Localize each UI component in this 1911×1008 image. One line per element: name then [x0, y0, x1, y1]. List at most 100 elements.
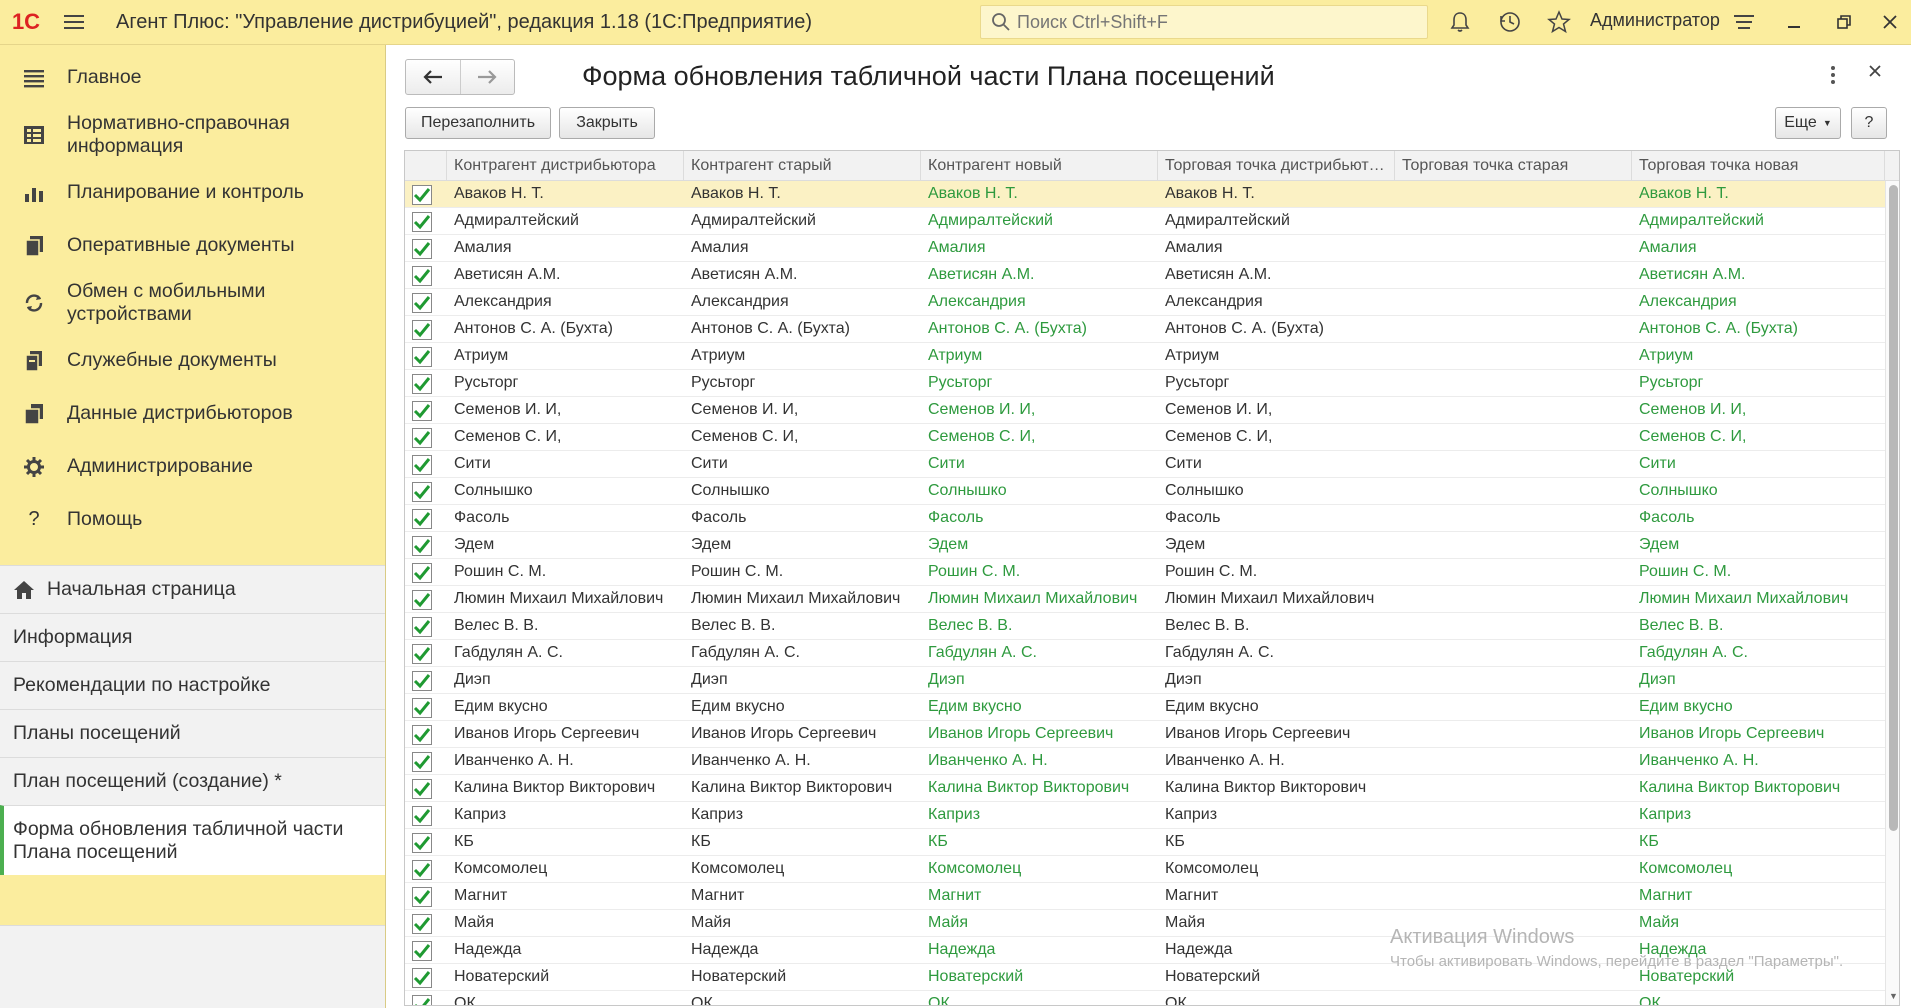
- new-outlet-cell[interactable]: КБ: [1632, 829, 1885, 856]
- row-checkbox[interactable]: [412, 211, 432, 232]
- row-checkbox[interactable]: [412, 427, 432, 448]
- new-outlet-cell[interactable]: Эдем: [1632, 532, 1885, 559]
- old-outlet-cell[interactable]: [1395, 991, 1632, 1005]
- close-form-icon[interactable]: [1867, 63, 1883, 84]
- old-outlet-cell[interactable]: [1395, 667, 1632, 694]
- new-outlet-cell[interactable]: Диэп: [1632, 667, 1885, 694]
- open-window-update-form[interactable]: Форма обновления табличной части Плана п…: [0, 805, 385, 875]
- old-counterparty-cell[interactable]: Калина Виктор Викторович: [684, 775, 921, 802]
- new-counterparty-cell[interactable]: Русьторг: [921, 370, 1158, 397]
- table-row[interactable]: Эдем Эдем Эдем Эдем Эдем: [405, 532, 1885, 559]
- old-outlet-cell[interactable]: [1395, 640, 1632, 667]
- row-checkbox[interactable]: [412, 643, 432, 664]
- distributor-counterparty-cell[interactable]: Семенов И. И,: [447, 397, 684, 424]
- new-outlet-cell[interactable]: Сити: [1632, 451, 1885, 478]
- distributor-counterparty-cell[interactable]: КБ: [447, 829, 684, 856]
- row-checkbox[interactable]: [412, 265, 432, 286]
- old-counterparty-cell[interactable]: Русьторг: [684, 370, 921, 397]
- open-window-recommendations[interactable]: Рекомендации по настройке: [0, 661, 385, 709]
- old-counterparty-cell[interactable]: Надежда: [684, 937, 921, 964]
- row-checkbox[interactable]: [412, 481, 432, 502]
- new-counterparty-cell[interactable]: Велес В. В.: [921, 613, 1158, 640]
- distributor-outlet-cell[interactable]: Солнышко: [1158, 478, 1395, 505]
- new-counterparty-cell[interactable]: Диэп: [921, 667, 1158, 694]
- old-outlet-cell[interactable]: [1395, 478, 1632, 505]
- distributor-outlet-cell[interactable]: Семенов И. И,: [1158, 397, 1395, 424]
- old-outlet-cell[interactable]: [1395, 775, 1632, 802]
- distributor-counterparty-cell[interactable]: Русьторг: [447, 370, 684, 397]
- scroll-down-arrow-icon[interactable]: ▼: [1889, 991, 1898, 1001]
- restore-icon[interactable]: [1830, 8, 1858, 36]
- scrollbar-thumb[interactable]: [1889, 185, 1898, 831]
- distributor-outlet-cell[interactable]: Аваков Н. Т.: [1158, 181, 1395, 208]
- new-outlet-cell[interactable]: Солнышко: [1632, 478, 1885, 505]
- old-counterparty-cell[interactable]: Велес В. В.: [684, 613, 921, 640]
- new-outlet-cell[interactable]: Александрия: [1632, 289, 1885, 316]
- table-row[interactable]: Сити Сити Сити Сити Сити: [405, 451, 1885, 478]
- old-outlet-cell[interactable]: [1395, 559, 1632, 586]
- table-row[interactable]: Семенов И. И, Семенов И. И, Семенов И. И, С…: [405, 397, 1885, 424]
- old-outlet-cell[interactable]: [1395, 586, 1632, 613]
- distributor-counterparty-cell[interactable]: Магнит: [447, 883, 684, 910]
- distributor-counterparty-cell[interactable]: Эдем: [447, 532, 684, 559]
- table-row[interactable]: Русьторг Русьторг Русьторг Русьторг Русьторг: [405, 370, 1885, 397]
- new-counterparty-cell[interactable]: Надежда: [921, 937, 1158, 964]
- distributor-counterparty-cell[interactable]: Амалия: [447, 235, 684, 262]
- row-checkbox[interactable]: [412, 373, 432, 394]
- row-checkbox[interactable]: [412, 319, 432, 340]
- new-outlet-cell[interactable]: Амалия: [1632, 235, 1885, 262]
- distributor-outlet-cell[interactable]: Фасоль: [1158, 505, 1395, 532]
- old-counterparty-cell[interactable]: Эдем: [684, 532, 921, 559]
- old-counterparty-cell[interactable]: Иванов Игорь Сергеевич: [684, 721, 921, 748]
- distributor-outlet-cell[interactable]: КБ: [1158, 829, 1395, 856]
- section-administration[interactable]: Администрирование: [0, 440, 385, 493]
- distributor-outlet-cell[interactable]: Майя: [1158, 910, 1395, 937]
- row-checkbox[interactable]: [412, 859, 432, 880]
- table-row[interactable]: Амалия Амалия Амалия Амалия Амалия: [405, 235, 1885, 262]
- header-distributor-outlet[interactable]: Торговая точка дистрибьют…: [1158, 151, 1395, 181]
- distributor-counterparty-cell[interactable]: Майя: [447, 910, 684, 937]
- favorites-star-icon[interactable]: [1545, 8, 1573, 36]
- old-outlet-cell[interactable]: [1395, 370, 1632, 397]
- row-checkbox[interactable]: [412, 184, 432, 205]
- table-row[interactable]: КБ КБ КБ КБ КБ: [405, 829, 1885, 856]
- old-outlet-cell[interactable]: [1395, 208, 1632, 235]
- distributor-outlet-cell[interactable]: Иванов Игорь Сергеевич: [1158, 721, 1395, 748]
- new-outlet-cell[interactable]: Антонов С. А. (Бухта): [1632, 316, 1885, 343]
- distributor-counterparty-cell[interactable]: Новатерский: [447, 964, 684, 991]
- distributor-outlet-cell[interactable]: Русьторг: [1158, 370, 1395, 397]
- section-distributor-data[interactable]: Данные дистрибьюторов: [0, 387, 385, 440]
- old-counterparty-cell[interactable]: Антонов С. А. (Бухта): [684, 316, 921, 343]
- old-counterparty-cell[interactable]: Иванченко А. Н.: [684, 748, 921, 775]
- table-row[interactable]: ОК ОК ОК ОК ОК: [405, 991, 1885, 1005]
- section-mobile-exchange[interactable]: Обмен с мобильными устройствами: [0, 272, 385, 334]
- section-planning[interactable]: Планирование и контроль: [0, 166, 385, 219]
- distributor-counterparty-cell[interactable]: Фасоль: [447, 505, 684, 532]
- open-window-visit-plan-create[interactable]: План посещений (создание) *: [0, 757, 385, 805]
- table-row[interactable]: Комсомолец Комсомолец Комсомолец Комсомолец…: [405, 856, 1885, 883]
- new-counterparty-cell[interactable]: Калина Виктор Викторович: [921, 775, 1158, 802]
- new-outlet-cell[interactable]: Каприз: [1632, 802, 1885, 829]
- new-counterparty-cell[interactable]: Адмиралтейский: [921, 208, 1158, 235]
- old-counterparty-cell[interactable]: Аветисян А.М.: [684, 262, 921, 289]
- old-outlet-cell[interactable]: [1395, 316, 1632, 343]
- distributor-outlet-cell[interactable]: Комсомолец: [1158, 856, 1395, 883]
- old-counterparty-cell[interactable]: ОК: [684, 991, 921, 1005]
- distributor-outlet-cell[interactable]: Велес В. В.: [1158, 613, 1395, 640]
- old-outlet-cell[interactable]: [1395, 343, 1632, 370]
- main-menu-icon[interactable]: [52, 0, 96, 45]
- table-row[interactable]: Диэп Диэп Диэп Диэп Диэп: [405, 667, 1885, 694]
- bell-icon[interactable]: [1446, 8, 1474, 36]
- distributor-counterparty-cell[interactable]: Александрия: [447, 289, 684, 316]
- table-row[interactable]: Аветисян А.М. Аветисян А.М. Аветисян А.М. А…: [405, 262, 1885, 289]
- distributor-outlet-cell[interactable]: Иванченко А. Н.: [1158, 748, 1395, 775]
- distributor-outlet-cell[interactable]: Рошин С. М.: [1158, 559, 1395, 586]
- old-outlet-cell[interactable]: [1395, 883, 1632, 910]
- old-counterparty-cell[interactable]: Диэп: [684, 667, 921, 694]
- new-counterparty-cell[interactable]: Антонов С. А. (Бухта): [921, 316, 1158, 343]
- new-outlet-cell[interactable]: Велес В. В.: [1632, 613, 1885, 640]
- distributor-outlet-cell[interactable]: Амалия: [1158, 235, 1395, 262]
- distributor-counterparty-cell[interactable]: Атриум: [447, 343, 684, 370]
- new-counterparty-cell[interactable]: КБ: [921, 829, 1158, 856]
- distributor-counterparty-cell[interactable]: Аваков Н. Т.: [447, 181, 684, 208]
